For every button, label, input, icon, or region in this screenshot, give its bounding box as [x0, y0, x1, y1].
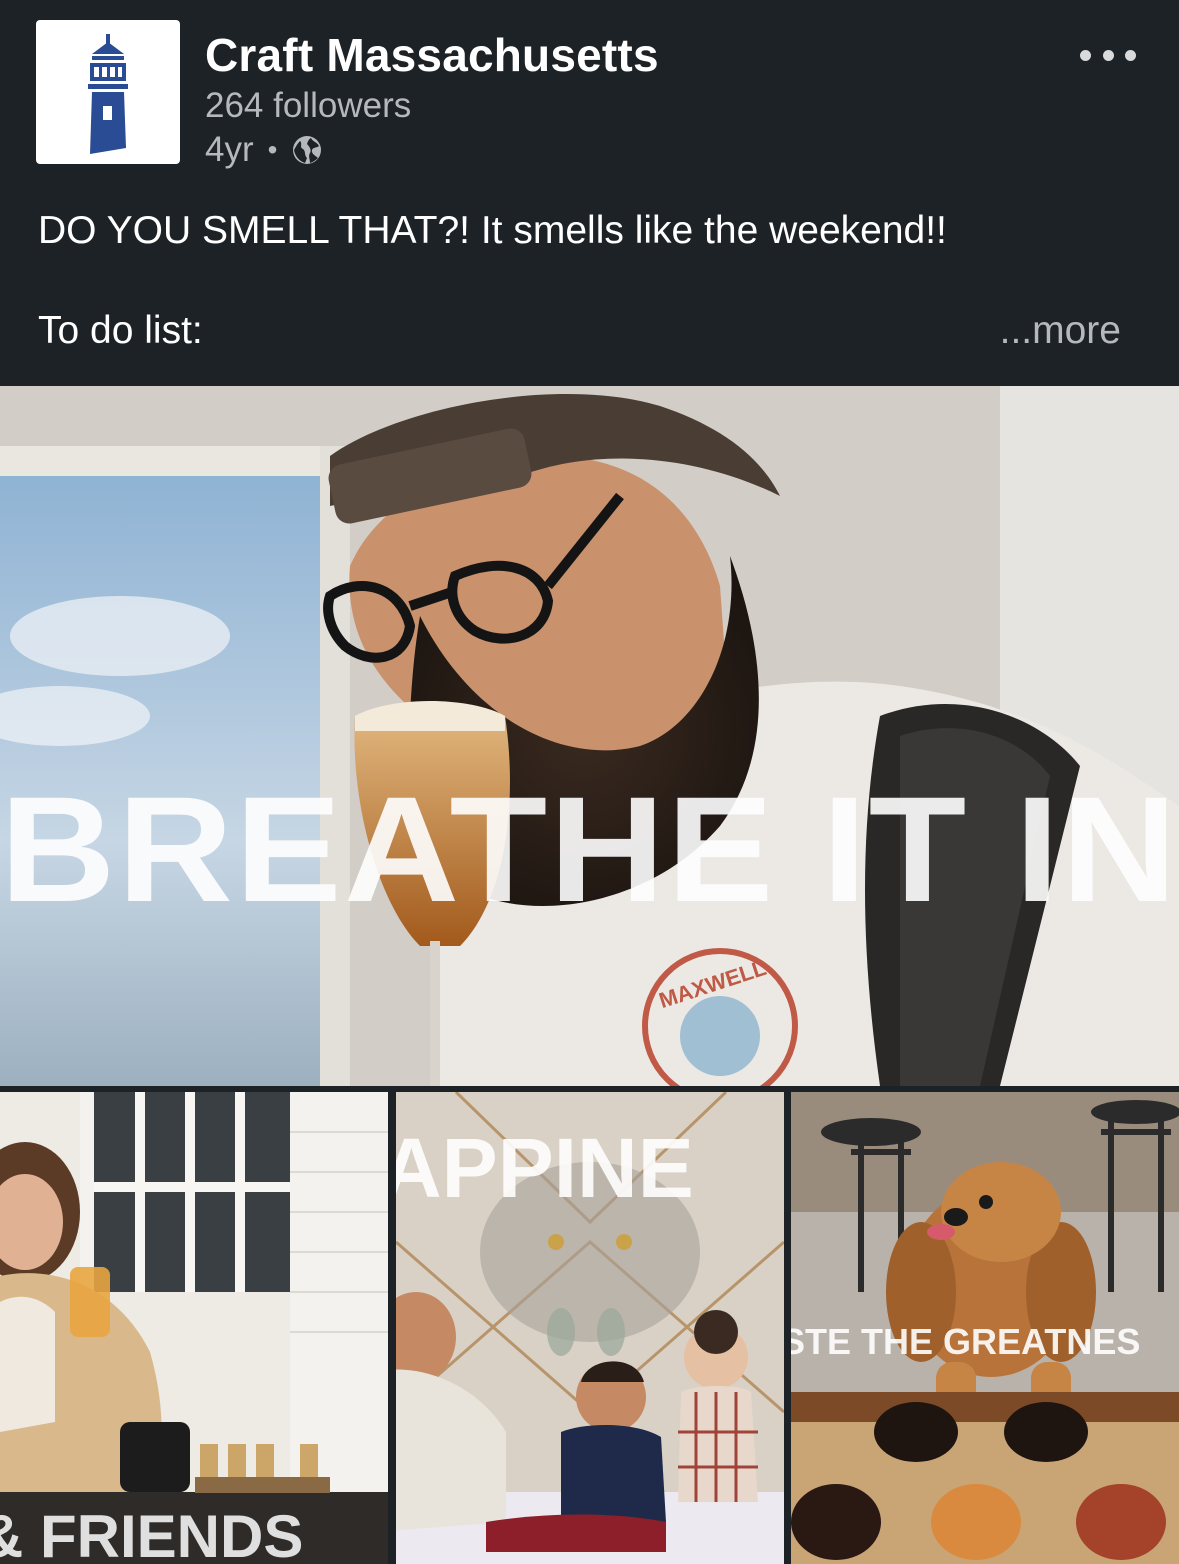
menu-dot	[1102, 49, 1114, 61]
see-more-link[interactable]: ...more	[1000, 309, 1121, 353]
menu-dot	[1080, 49, 1091, 61]
separator-dot: •	[267, 134, 278, 165]
more-options-icon[interactable]	[1080, 40, 1136, 70]
menu-dot	[1125, 49, 1136, 61]
company-name[interactable]: Craft Massachusetts	[205, 28, 659, 82]
post-image-thumb-2[interactable]: APPINE	[396, 1092, 784, 1564]
follower-count: 264 followers	[205, 86, 412, 125]
post-meta: 4yr •	[205, 130, 323, 170]
post-header: Craft Massachusetts 264 followers 4yr • …	[0, 0, 1179, 385]
hero-overlay-text: BREATHE IT IN	[0, 765, 1179, 933]
thumb3-overlay-text: STE THE GREATNES	[791, 1321, 1140, 1362]
globe-icon	[291, 134, 323, 166]
post-age: 4yr	[205, 130, 254, 169]
feed-post: Craft Massachusetts 264 followers 4yr • …	[0, 0, 1179, 1564]
post-text-line-2: To do list:	[38, 309, 203, 352]
post-image-main[interactable]: MAXWELL BREATHE IT IN	[0, 386, 1179, 1086]
thumb1-overlay-text: & FRIENDS	[0, 1503, 303, 1564]
thumb2-overlay-text: APPINE	[396, 1121, 694, 1215]
post-image-thumb-3[interactable]: STE THE GREATNES	[791, 1092, 1179, 1564]
post-image-thumb-1[interactable]: & FRIENDS	[0, 1092, 388, 1564]
lighthouse-icon	[88, 34, 128, 154]
company-logo[interactable]	[36, 20, 180, 164]
post-text-line-1: DO YOU SMELL THAT?! It smells like the w…	[38, 209, 947, 252]
